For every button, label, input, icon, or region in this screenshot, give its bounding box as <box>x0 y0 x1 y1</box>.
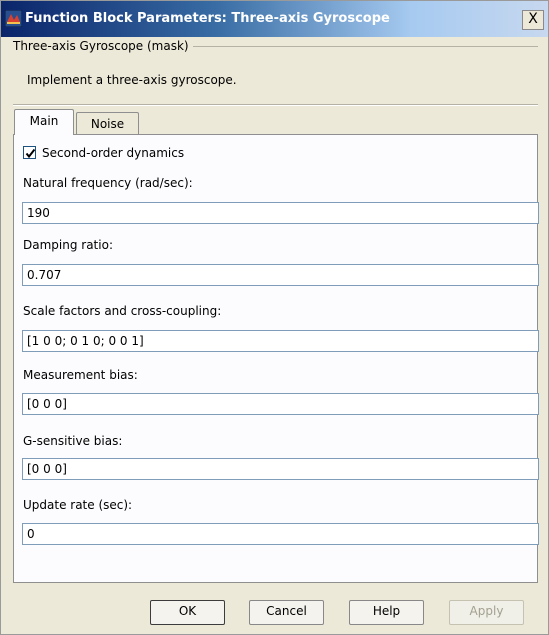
title-bar[interactable]: Function Block Parameters: Three-axis Gy… <box>1 1 548 37</box>
natural-frequency-input[interactable] <box>22 202 539 224</box>
mask-description: Implement a three-axis gyroscope. <box>27 73 237 87</box>
close-button[interactable]: X <box>522 10 544 30</box>
measurement-bias-input[interactable] <box>22 393 539 415</box>
update-rate-input[interactable] <box>22 523 539 545</box>
tab-main[interactable]: Main <box>14 109 74 135</box>
help-button[interactable]: Help <box>349 600 424 625</box>
window-title: Function Block Parameters: Three-axis Gy… <box>25 11 390 26</box>
damping-ratio-input[interactable] <box>22 264 539 286</box>
mask-group: Three-axis Gyroscope (mask) Implement a … <box>13 38 538 99</box>
g-sensitive-bias-label: G-sensitive bias: <box>23 434 123 448</box>
close-icon: X <box>528 11 538 27</box>
simulink-app-icon <box>4 9 23 28</box>
natural-frequency-label: Natural frequency (rad/sec): <box>23 176 193 190</box>
checkmark-icon <box>25 148 36 159</box>
dialog-window: Function Block Parameters: Three-axis Gy… <box>0 0 549 635</box>
cancel-button[interactable]: Cancel <box>249 600 324 625</box>
scale-factors-label: Scale factors and cross-coupling: <box>23 304 222 318</box>
second-order-dynamics-label: Second-order dynamics <box>42 146 185 160</box>
tab-noise[interactable]: Noise <box>76 112 139 136</box>
apply-button[interactable]: Apply <box>449 600 524 625</box>
divider <box>13 104 538 106</box>
scale-factors-input[interactable] <box>22 330 539 352</box>
g-sensitive-bias-input[interactable] <box>22 458 539 480</box>
update-rate-label: Update rate (sec): <box>23 498 133 512</box>
ok-button[interactable]: OK <box>150 600 225 625</box>
measurement-bias-label: Measurement bias: <box>23 368 138 382</box>
damping-ratio-label: Damping ratio: <box>23 238 113 252</box>
second-order-dynamics-checkbox[interactable] <box>23 146 36 159</box>
mask-title: Three-axis Gyroscope (mask) <box>13 38 193 54</box>
